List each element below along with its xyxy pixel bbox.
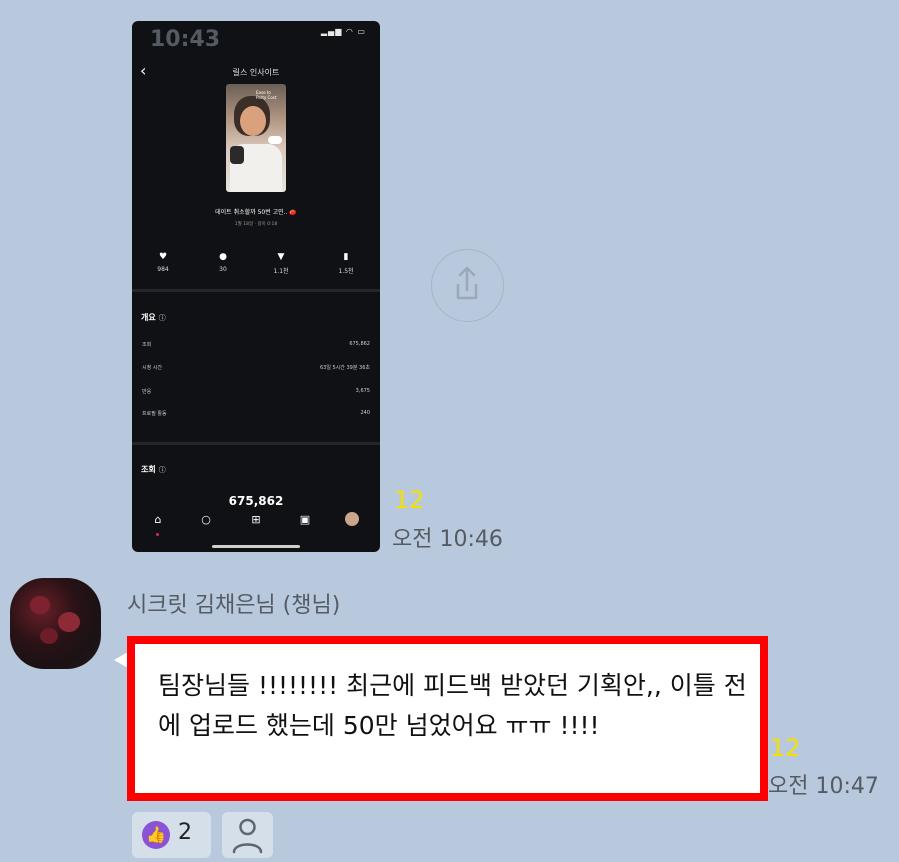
views-total: 675,862 — [228, 494, 284, 508]
phone-status-icons: ▂▄▆ ◠ ▭ — [320, 27, 366, 36]
message-text: 팀장님들 !!!!!!!! 최근에 피드백 받았던 기획안,, 이틀 전에 업로… — [158, 671, 747, 740]
info-icon: ⓘ — [158, 314, 166, 322]
phone-status-bar: 10:43 ▂▄▆ ◠ ▭ — [132, 21, 380, 52]
message-time: 오전 10:46 — [392, 527, 503, 552]
divider — [132, 289, 380, 292]
reaction-members-button[interactable] — [222, 812, 273, 858]
home-indicator — [212, 545, 300, 548]
phone-nav-bar: ⌂ ○ ⊞ ▣ — [132, 509, 380, 543]
unread-count: 12 — [394, 486, 425, 514]
phone-page-title: 릴스 인사이트 — [232, 68, 280, 77]
reels-icon: ▣ — [299, 513, 311, 526]
create-icon: ⊞ — [251, 513, 261, 526]
overview-title: 개요 ⓘ — [141, 313, 166, 322]
phone-status-time: 10:43 — [150, 27, 221, 52]
bookmark-icon: ▮ — [343, 252, 349, 262]
info-icon: ⓘ — [158, 466, 166, 474]
sender-avatar[interactable] — [10, 578, 101, 669]
reel-stats: ♥ 984 ● 30 ▼ 1.1천 ▮ 1.5천 — [132, 251, 380, 281]
heart-icon: ♥ — [158, 252, 168, 262]
likes-stat: ♥ 984 — [143, 251, 183, 273]
overview-row: 반응 3,675 — [142, 388, 370, 395]
profile-avatar-icon — [345, 512, 359, 526]
like-count: 2 — [178, 820, 192, 845]
like-reaction[interactable]: 👍 2 — [132, 812, 211, 858]
comment-icon: ● — [219, 252, 227, 262]
bubble-tail — [114, 652, 128, 668]
message-bubble[interactable]: 팀장님들 !!!!!!!! 최근에 피드백 받았던 기획안,, 이틀 전에 업로… — [135, 644, 760, 793]
share-icon — [456, 266, 478, 300]
thumbs-up-icon: 👍 — [142, 821, 170, 849]
search-icon: ○ — [201, 513, 211, 526]
home-icon: ⌂ — [148, 513, 168, 536]
reel-thumbnail: Ease to Party Cost — [226, 84, 286, 192]
overview-row: 조회 675,862 — [142, 341, 370, 348]
views-title: 조회 ⓘ — [141, 465, 166, 474]
person-icon — [232, 818, 263, 854]
reel-subcaption: 1월 18일 · 길이 0:18 — [234, 222, 278, 227]
sender-name: 시크릿 김채은님 (챙님) — [127, 593, 341, 618]
overview-row: 시청 시간 63일 5시간 39분 36초 — [142, 365, 370, 371]
thumbnail-overlay-text: Ease to Party Cost — [256, 90, 277, 100]
send-icon: ▼ — [277, 252, 285, 262]
shares-stat: ▼ 1.1천 — [261, 251, 301, 275]
unread-count: 12 — [770, 734, 801, 762]
saves-stat: ▮ 1.5천 — [326, 251, 366, 275]
comments-stat: ● 30 — [203, 251, 243, 273]
overview-row: 프로필 활동 240 — [142, 410, 370, 417]
divider — [132, 442, 380, 445]
message-time: 오전 10:47 — [768, 774, 879, 799]
shared-screenshot-image[interactable]: 10:43 ▂▄▆ ◠ ▭ ‹ 릴스 인사이트 Ease to Party Co… — [132, 21, 380, 552]
share-button[interactable] — [431, 249, 504, 322]
reel-caption: 데이트 취소할까 50번 고민.. 🍅 — [215, 209, 297, 216]
highlight-frame: 팀장님들 !!!!!!!! 최근에 피드백 받았던 기획안,, 이틀 전에 업로… — [127, 636, 768, 801]
